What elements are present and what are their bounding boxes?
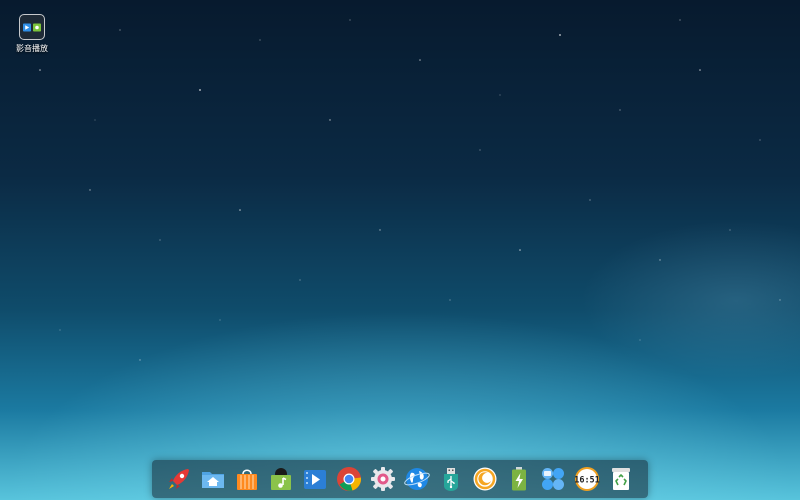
chrome-icon: [337, 467, 361, 491]
shopping-bag-icon: [237, 469, 257, 490]
apps-grid-icon: [542, 468, 564, 490]
dock-item-launcher[interactable]: [166, 466, 193, 493]
recycle-bin-icon: [612, 468, 630, 490]
dock-item-usb-tool[interactable]: [438, 466, 465, 493]
home-folder-icon: [202, 472, 224, 488]
music-note-icon: [271, 468, 291, 490]
dock-item-control-panel[interactable]: [540, 466, 567, 493]
clock-time: 16:51: [574, 476, 600, 486]
dock-item-music[interactable]: [268, 466, 295, 493]
desktop-icon-media-player[interactable]: 影音播放: [10, 14, 54, 54]
dock-item-browser[interactable]: [404, 466, 431, 493]
dock-item-file-manager[interactable]: [200, 466, 227, 493]
dock-item-video-player[interactable]: [302, 466, 329, 493]
desktop-icon-label: 影音播放: [16, 44, 48, 53]
dock-item-clock[interactable]: 16:51: [574, 466, 601, 493]
dock: 16:51: [152, 460, 648, 498]
nebula-cloud: [580, 220, 800, 380]
clock-icon: 16:51: [574, 467, 600, 491]
usb-icon: [444, 468, 458, 491]
dock-item-assistant[interactable]: [472, 466, 499, 493]
dock-item-settings[interactable]: [370, 466, 397, 493]
dock-item-chrome[interactable]: [336, 466, 363, 493]
crescent-icon: [473, 467, 497, 491]
dock-item-power[interactable]: [506, 466, 533, 493]
battery-icon: [512, 467, 526, 491]
gear-icon: [371, 467, 395, 491]
rocket-icon: [169, 469, 189, 489]
media-player-icon: [19, 14, 45, 40]
dock-item-trash[interactable]: [608, 466, 635, 493]
globe-icon: [404, 468, 430, 490]
film-play-icon: [304, 470, 326, 489]
dock-item-app-store[interactable]: [234, 466, 261, 493]
